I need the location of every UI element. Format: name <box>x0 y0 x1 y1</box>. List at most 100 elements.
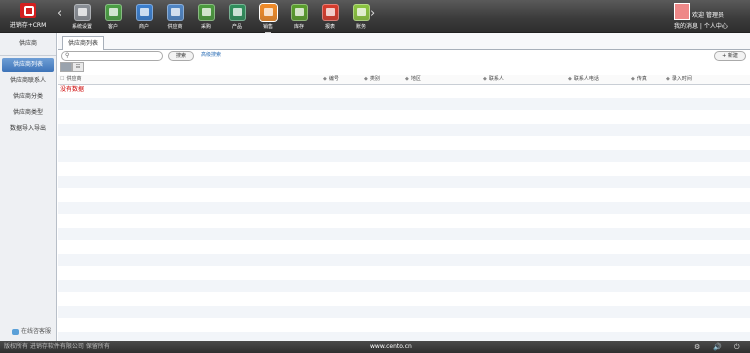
table-row <box>58 189 750 202</box>
column-header-label: 编号 <box>328 76 339 82</box>
view-switcher: ☷ <box>60 62 84 72</box>
main-content: 供应商列表 ⚲ 搜索 高级搜索 + 新建 ☷ ☐ 供应商 ◆ 编号 ◆ 类别 ◆ 地区 ◆ 联系人… <box>58 33 750 345</box>
sort-icon[interactable]: ◆ <box>364 76 368 82</box>
column-header[interactable]: ◆ 传真 <box>631 75 647 84</box>
avatar[interactable] <box>674 3 690 20</box>
sort-icon[interactable]: ◆ <box>631 76 635 82</box>
module-label: 库存 <box>293 24 304 30</box>
advanced-search-link[interactable]: 高级搜索 <box>201 51 221 60</box>
column-header[interactable]: ◆ 地区 <box>405 75 421 84</box>
tab-supplier-list[interactable]: 供应商列表 <box>62 36 105 50</box>
finance-icon <box>352 4 370 21</box>
module-inventory[interactable]: 库存 <box>285 2 313 32</box>
tab-strip: 供应商列表 <box>58 33 750 50</box>
column-header[interactable]: ◆ 录入时间 <box>666 75 692 84</box>
module-gear[interactable]: 系统设置 <box>68 2 96 32</box>
column-header[interactable]: ◆ 联系人 <box>483 75 504 84</box>
empty-message: 没有数据 <box>60 86 85 93</box>
table-row <box>58 293 750 306</box>
column-header-label: 联系人 <box>488 76 504 82</box>
module-label: 客户 <box>107 24 118 30</box>
column-header-label: 录入时间 <box>671 76 692 82</box>
table-row <box>58 176 750 189</box>
product-icon <box>228 4 246 21</box>
column-header[interactable]: ◆ 联系人电话 <box>568 75 599 84</box>
gear-icon <box>73 4 91 21</box>
user-panel: 欢迎 管理员 我的消息 | 个人中心 <box>674 3 744 30</box>
module-sales[interactable]: 销售 <box>254 2 282 35</box>
top-navigation-bar: 进销存+CRM ‹ 系统设置 客户 商户 供应商 采购 产品 销售 库存 报表 账务 › 欢迎 管… <box>0 0 750 35</box>
module-label: 账务 <box>355 24 366 30</box>
column-header[interactable]: ☐ 供应商 <box>60 75 82 84</box>
footer: 版权所有 进销存软件有限公司 保留所有 www.cento.cn ⚙ 🔊 ⏻ <box>0 341 750 353</box>
table-row <box>58 98 750 111</box>
module-merchant[interactable]: 商户 <box>130 2 158 32</box>
purchase-icon <box>197 4 215 21</box>
table-row <box>58 319 750 332</box>
logo-mark-icon <box>20 3 36 18</box>
merchant-icon <box>135 4 153 21</box>
sort-icon[interactable]: ◆ <box>568 76 572 82</box>
personal-center-link[interactable]: 我的消息 | 个人中心 <box>674 21 728 30</box>
column-header-label: 类别 <box>369 76 380 82</box>
module-label: 系统设置 <box>71 24 92 30</box>
site-url[interactable]: www.cento.cn <box>370 341 412 353</box>
column-header[interactable]: ◆ 类别 <box>364 75 380 84</box>
supplier-icon <box>166 4 184 21</box>
chat-icon <box>12 328 19 335</box>
table-row <box>58 202 750 215</box>
module-purchase[interactable]: 采购 <box>192 2 220 32</box>
table-header: ☐ 供应商 ◆ 编号 ◆ 类别 ◆ 地区 ◆ 联系人 ◆ 联系人电话 ◆ 传真 ◆ 录入时间 <box>58 75 750 85</box>
table-row <box>58 254 750 267</box>
module-customer[interactable]: 客户 <box>99 2 127 32</box>
column-header-label: 传真 <box>636 76 647 82</box>
user-greeting[interactable]: 欢迎 管理员 <box>692 10 724 19</box>
settings-icon[interactable]: ⚙ <box>694 341 700 353</box>
module-label: 供应商 <box>167 24 183 30</box>
power-icon[interactable]: ⏻ <box>734 341 740 353</box>
sidebar-item[interactable]: 数据导入导出 <box>2 122 54 136</box>
sidebar-item[interactable]: 供应商联系人 <box>2 74 54 88</box>
search-input[interactable]: ⚲ <box>61 51 163 61</box>
sort-icon[interactable]: ◆ <box>666 76 670 82</box>
report-icon <box>321 4 339 21</box>
module-label: 产品 <box>231 24 242 30</box>
list-view-button[interactable] <box>60 62 72 72</box>
search-button[interactable]: 搜索 <box>168 51 194 61</box>
column-header-label: 地区 <box>410 76 421 82</box>
logo-text: 进销存+CRM <box>9 22 47 29</box>
checkbox-icon[interactable]: ☐ <box>60 76 64 82</box>
module-product[interactable]: 产品 <box>223 2 251 32</box>
online-help[interactable]: 在线咨客服 <box>12 326 51 335</box>
online-help-label: 在线咨客服 <box>21 328 52 335</box>
volume-icon[interactable]: 🔊 <box>713 341 722 353</box>
app-logo[interactable]: 进销存+CRM <box>6 3 50 30</box>
module-supplier[interactable]: 供应商 <box>161 2 189 32</box>
sort-icon[interactable]: ◆ <box>323 76 327 82</box>
sidebar-header: 供应商 <box>0 33 56 56</box>
sidebar-item[interactable]: 供应商列表 <box>2 58 54 72</box>
table-row <box>58 228 750 241</box>
nav-next-arrow-icon[interactable]: › <box>370 6 375 21</box>
nav-prev-arrow-icon[interactable]: ‹ <box>57 6 62 21</box>
table-row <box>58 280 750 293</box>
table-row <box>58 137 750 150</box>
table-row <box>58 111 750 124</box>
module-label: 采购 <box>200 24 211 30</box>
sidebar-item[interactable]: 供应商分类 <box>2 90 54 104</box>
sort-icon[interactable]: ◆ <box>483 76 487 82</box>
sort-icon[interactable]: ◆ <box>405 76 409 82</box>
table-body <box>58 85 750 345</box>
module-label: 商户 <box>138 24 149 30</box>
sidebar: 供应商 供应商列表供应商联系人 供应商分类供应商类型数据导入导出 在线咨客服 <box>0 33 57 341</box>
module-report[interactable]: 报表 <box>316 2 344 32</box>
user-name: 管理员 <box>705 12 724 19</box>
table-row <box>58 241 750 254</box>
sidebar-item[interactable]: 供应商类型 <box>2 106 54 120</box>
column-header[interactable]: ◆ 编号 <box>323 75 339 84</box>
new-button[interactable]: + 新建 <box>714 51 746 61</box>
table-row <box>58 124 750 137</box>
grid-view-button[interactable]: ☷ <box>72 62 84 72</box>
table-row <box>58 215 750 228</box>
table-row <box>58 306 750 319</box>
